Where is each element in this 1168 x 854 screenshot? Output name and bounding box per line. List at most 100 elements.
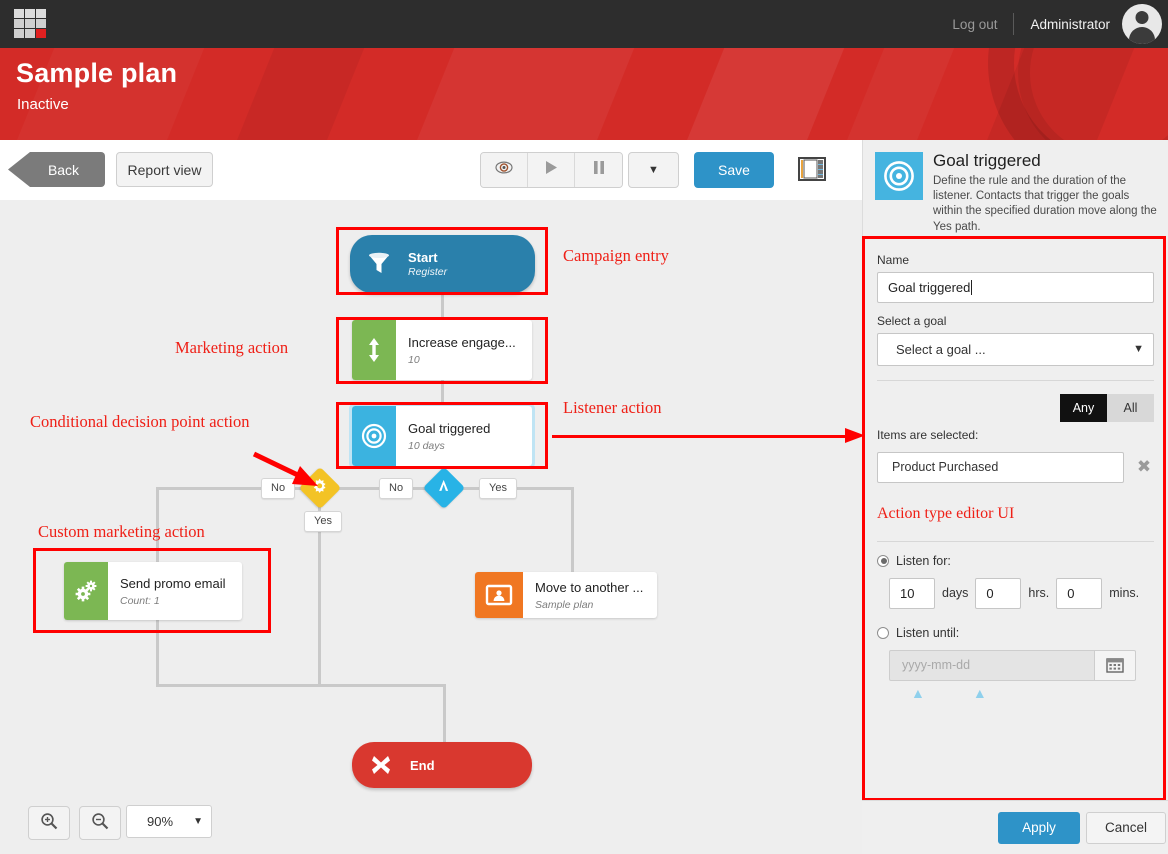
hours-unit-label: hrs. [1028, 586, 1049, 600]
panel-footer: Apply Cancel [862, 800, 1168, 854]
zoom-in-icon [40, 812, 58, 835]
node-send-promo-email-subtitle: Count: 1 [120, 595, 226, 607]
zoom-out-button[interactable] [79, 806, 121, 840]
annotation-arrow-listener-line [552, 435, 852, 438]
node-move-to-another-subtitle: Sample plan [535, 599, 643, 611]
apply-button[interactable]: Apply [998, 812, 1080, 844]
plan-banner: Sample plan Inactive [0, 48, 1168, 140]
name-input[interactable]: Goal triggered [877, 272, 1154, 303]
node-move-to-another-text: Move to another ... Sample plan [523, 572, 653, 618]
name-input-value: Goal triggered [888, 280, 970, 295]
pause-icon [593, 160, 605, 180]
node-start[interactable]: Start Register [350, 235, 535, 293]
all-toggle-button[interactable]: All [1107, 394, 1154, 422]
listen-until-option[interactable]: Listen until: [877, 626, 1154, 640]
panel-divider-1 [877, 380, 1154, 381]
selected-item-row: Product Purchased ✖ [877, 452, 1154, 483]
listen-until-label: Listen until: [896, 626, 959, 640]
goal-select[interactable]: Select a goal ... ▼ [877, 333, 1154, 366]
close-icon[interactable]: ✖ [1134, 457, 1154, 477]
save-button[interactable]: Save [694, 152, 774, 188]
panel-description: Define the rule and the duration of the … [933, 174, 1158, 235]
items-selected-label: Items are selected: [877, 428, 1154, 442]
user-name-label: Administrator [1016, 17, 1122, 32]
page-title: Sample plan [16, 58, 177, 89]
panel-layout-icon[interactable] [798, 156, 826, 182]
decision-split-node[interactable] [423, 467, 465, 509]
goal-select-value: Select a goal ... [896, 342, 986, 357]
node-increase-engagement-title: Increase engage... [408, 336, 516, 351]
date-row: yyyy-mm-dd [889, 650, 1154, 681]
branch-label-yes-1: Yes [304, 511, 342, 532]
banner-shape-5 [820, 48, 971, 140]
listen-for-option[interactable]: Listen for: [877, 554, 1154, 568]
node-increase-engagement[interactable]: Increase engage... 10 [352, 320, 532, 380]
app-grid-logo[interactable] [14, 9, 46, 40]
goal-select-label: Select a goal [877, 314, 1154, 328]
node-goal-triggered-title: Goal triggered [408, 422, 490, 437]
connector-right-vertical [571, 490, 574, 572]
selected-item-value[interactable]: Product Purchased [877, 452, 1124, 483]
play-button[interactable] [528, 153, 575, 187]
annotation-conditional-decision-point: Conditional decision point action [30, 412, 260, 432]
annotation-campaign-entry: Campaign entry [563, 246, 669, 266]
node-goal-triggered-text: Goal triggered 10 days [396, 406, 500, 466]
panel-divider-2 [877, 541, 1154, 542]
zoom-level-value: 90% [127, 814, 193, 829]
minutes-input[interactable]: 0 [1056, 578, 1102, 609]
gears-icon [64, 562, 108, 620]
user-avatar[interactable] [1122, 4, 1162, 44]
any-all-toggle: Any All [877, 394, 1154, 422]
chevron-down-icon: ▼ [1133, 343, 1144, 355]
zoom-out-icon [91, 812, 109, 835]
node-move-to-another[interactable]: Move to another ... Sample plan [475, 572, 657, 618]
any-toggle-button[interactable]: Any [1060, 394, 1107, 422]
chevron-up-icon[interactable]: ▲ [973, 685, 987, 701]
connector-increase-to-goal [441, 380, 444, 406]
more-options-button[interactable]: ▼ [628, 152, 679, 188]
hours-input[interactable]: 0 [975, 578, 1021, 609]
listen-until-radio[interactable] [877, 627, 889, 639]
connector-bottom-left-horizontal [156, 684, 446, 687]
annotation-marketing-action: Marketing action [175, 338, 288, 358]
banner-shape-2 [210, 48, 381, 140]
node-start-text: Start Register [408, 250, 447, 278]
topbar-divider [1013, 13, 1014, 35]
node-increase-engagement-subtitle: 10 [408, 354, 516, 366]
minutes-unit-label: mins. [1109, 586, 1139, 600]
node-goal-triggered[interactable]: Goal triggered 10 days [352, 406, 532, 466]
panel-title: Goal triggered [933, 152, 1158, 171]
node-end[interactable]: End [352, 742, 532, 788]
connector-start-to-increase [441, 293, 444, 320]
contact-card-icon [475, 572, 523, 618]
listen-for-radio[interactable] [877, 555, 889, 567]
preview-button[interactable] [481, 153, 528, 187]
node-start-title: Start [408, 250, 447, 265]
node-send-promo-email-title: Send promo email [120, 577, 226, 592]
calendar-icon[interactable] [1095, 650, 1136, 681]
topbar-right-group: Log out Administrator [952, 0, 1168, 48]
pause-button[interactable] [575, 153, 622, 187]
chevron-up-icon[interactable]: ▲ [911, 685, 925, 701]
target-icon [352, 406, 396, 466]
stepper-chevrons: ▲ ▲ [911, 685, 1154, 701]
days-input[interactable]: 10 [889, 578, 935, 609]
annotation-action-type-editor-ui: Action type editor UI [877, 505, 1154, 523]
play-icon [544, 160, 558, 180]
branch-label-no-2: No [379, 478, 413, 499]
node-move-to-another-title: Move to another ... [535, 581, 643, 596]
zoom-in-button[interactable] [28, 806, 70, 840]
cancel-button[interactable]: Cancel [1086, 812, 1166, 844]
zoom-level-select[interactable]: 90% ▼ [126, 805, 212, 838]
listen-for-label: Listen for: [896, 554, 951, 568]
annotation-conditional-decision-point-text: Conditional decision point action [30, 412, 250, 431]
days-unit-label: days [942, 586, 968, 600]
status-badge: Inactive [17, 96, 69, 113]
panel-header: Goal triggered Define the rule and the d… [863, 140, 1168, 243]
action-editor-panel: Goal triggered Define the rule and the d… [862, 140, 1168, 854]
date-input[interactable]: yyyy-mm-dd [889, 650, 1095, 681]
report-view-button[interactable]: Report view [116, 152, 213, 187]
node-goal-triggered-subtitle: 10 days [408, 440, 490, 452]
node-send-promo-email[interactable]: Send promo email Count: 1 [64, 562, 242, 620]
logout-link[interactable]: Log out [952, 17, 1011, 32]
